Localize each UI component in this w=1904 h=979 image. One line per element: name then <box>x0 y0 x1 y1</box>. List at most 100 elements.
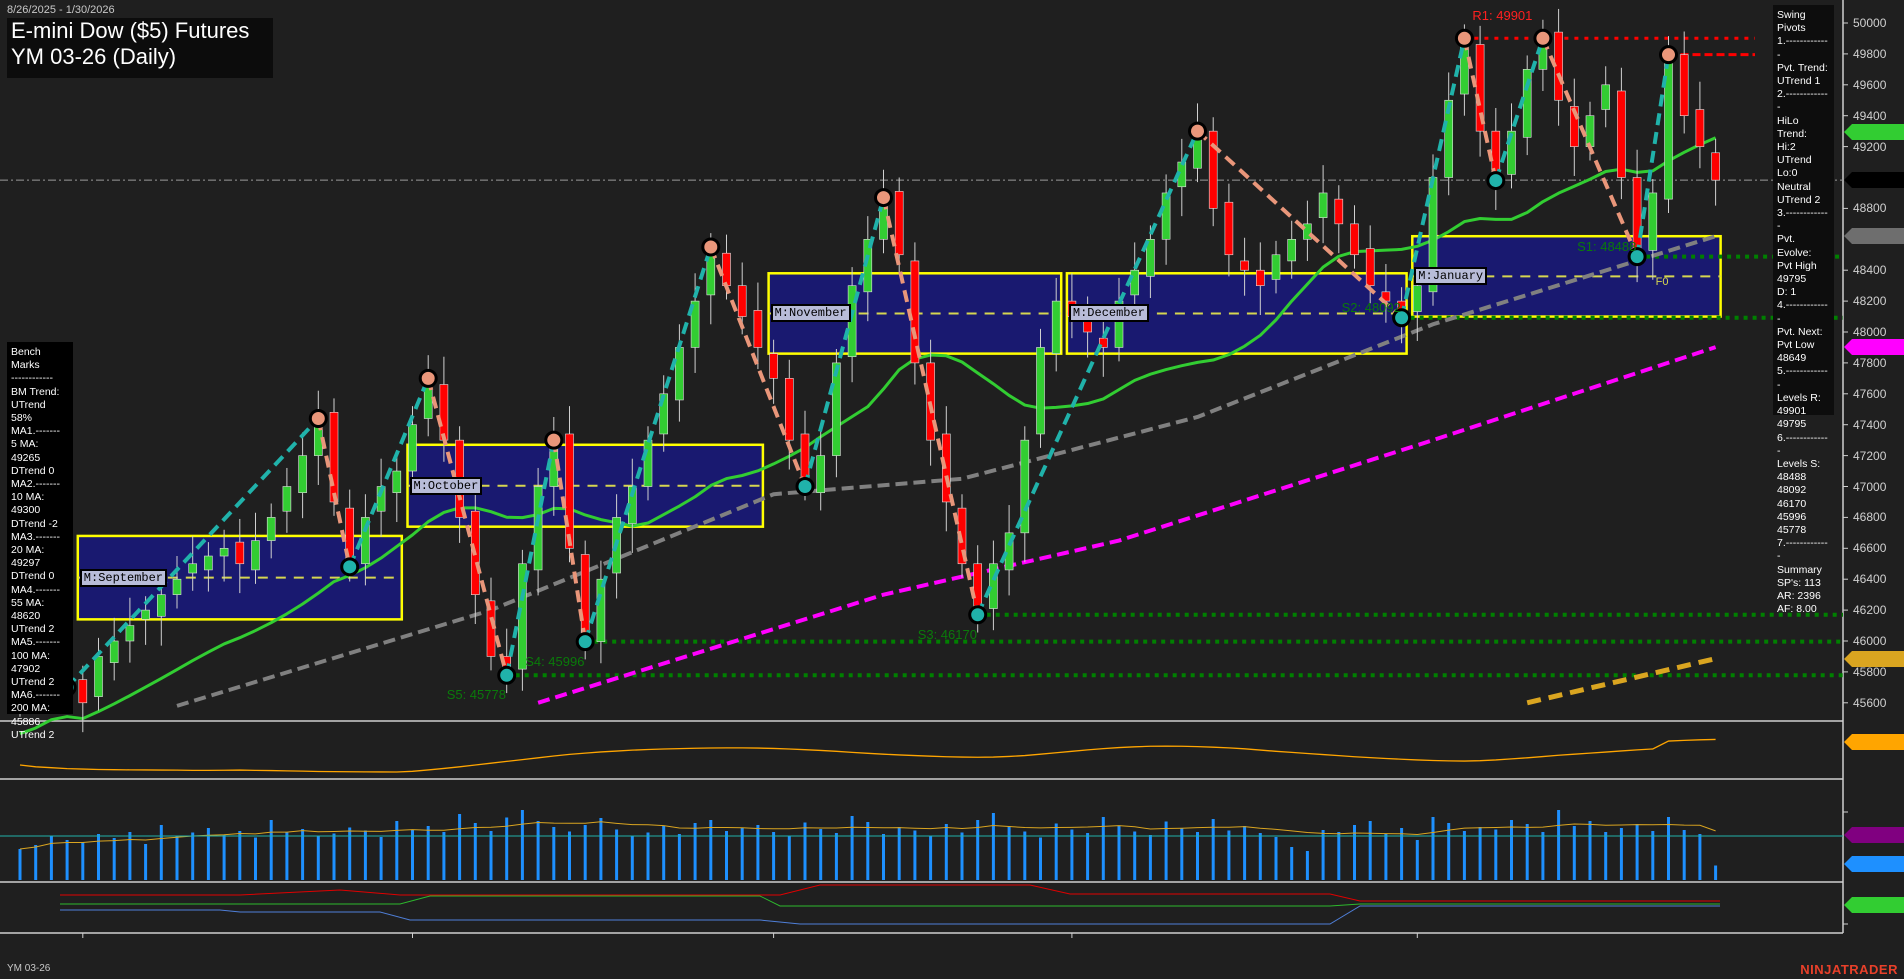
volume-bar <box>411 830 414 880</box>
price-tag <box>1844 123 1904 140</box>
candle-down <box>1256 269 1265 286</box>
level-label: S4: 45996 <box>525 653 585 669</box>
candle-down <box>1240 260 1249 271</box>
bench-marks-line: DTrend 0 <box>11 464 55 477</box>
bench-marks-line: 200 MA: <box>11 702 51 715</box>
swing-pivots-line: 49795 <box>1777 273 1807 286</box>
volume-bar <box>489 831 493 880</box>
swing-pivots-line: D: 1 <box>1777 286 1797 299</box>
volume-bar <box>1682 830 1686 880</box>
volume-bar <box>960 832 964 880</box>
candle-up <box>1413 285 1422 312</box>
candle-up <box>1318 192 1328 218</box>
swing-pivots-line: 6.------------- <box>1777 431 1828 457</box>
swing-pivots-line: Lo:0 Neutral <box>1777 167 1811 193</box>
pivot-high-marker <box>1533 28 1553 48</box>
volume-bar <box>1164 821 1168 880</box>
candle-up <box>251 540 260 571</box>
volume-bar <box>49 836 53 880</box>
volume-bar <box>1557 810 1561 880</box>
swing-pivots-line: Pvt. Next: <box>1777 325 1823 338</box>
bench-marks-line: Bench Marks <box>11 346 41 372</box>
price-tick-label: 48800 <box>1853 201 1887 216</box>
candle-up <box>408 424 417 472</box>
price-tick-label: 46200 <box>1853 603 1887 618</box>
bench-marks-line: 48620 <box>11 610 41 623</box>
volume-bar <box>222 835 226 880</box>
volume-bar <box>1337 832 1341 880</box>
candle-down <box>737 285 747 317</box>
swing-pivots-line: Summary <box>1777 563 1822 576</box>
level-label: S5: 45778 <box>446 687 506 703</box>
bench-marks-line: 100 MA: <box>11 649 51 662</box>
volume-bar <box>834 833 838 880</box>
month-label: M:September <box>79 568 168 587</box>
swing-pivots-line: 7.------------- <box>1777 537 1828 563</box>
pivot-low-marker <box>1486 171 1506 191</box>
cot-value-tag <box>1844 897 1904 913</box>
candle-up <box>1585 115 1595 147</box>
volume-bar <box>1070 829 1074 880</box>
bench-marks-line: MA3.------- <box>11 530 60 543</box>
swing-pivots-line: Levels R: <box>1777 391 1821 404</box>
candle-down <box>753 310 763 348</box>
volume-bar <box>254 837 257 880</box>
month-label: M:October <box>409 476 483 495</box>
price-tick-label: 50000 <box>1853 16 1887 30</box>
swing-pivots-line: Pvt. Trend: <box>1777 61 1828 74</box>
candle-up <box>816 455 826 493</box>
swing-pivots-line: 49901 <box>1777 405 1807 418</box>
price-tick-label: 49600 <box>1853 77 1887 92</box>
volume-bar <box>693 823 697 880</box>
volume-bar <box>316 836 320 880</box>
volume-bar <box>505 817 509 880</box>
oscillator-value-tag <box>1844 734 1904 750</box>
pivot-low-marker <box>340 557 360 577</box>
bench-marks-line: DTrend 0 <box>11 570 55 583</box>
ma200-line <box>1526 656 1717 706</box>
volume-bar <box>285 832 289 880</box>
candle-up <box>94 656 103 697</box>
price-tick-label: 46400 <box>1853 572 1887 587</box>
volume-bar <box>803 822 807 880</box>
box-f0-label: F0 <box>1655 276 1669 289</box>
month-label: M:January <box>1414 267 1488 286</box>
volume-bar <box>552 827 556 880</box>
candle-up <box>392 470 402 493</box>
candle-up <box>1303 223 1312 240</box>
price-tag <box>1844 228 1904 245</box>
swing-pivots-line: Hi:2 UTrend <box>1777 141 1812 167</box>
symbol-label: YM 03-26 <box>7 963 51 974</box>
candle-up <box>125 625 135 642</box>
price-tag <box>1844 172 1904 189</box>
volume-bar <box>1321 830 1325 880</box>
volume-value-tag <box>1844 856 1904 872</box>
bench-marks-line: UTrend 2 <box>11 623 55 636</box>
month-label: M:December <box>1068 304 1149 323</box>
volume-bar <box>1290 847 1294 880</box>
volume-bar <box>1196 832 1199 880</box>
volume-bar <box>426 826 430 880</box>
candle-down <box>565 433 574 549</box>
swing-pivots-line: Levels S: <box>1777 457 1821 470</box>
volume-bar <box>379 837 383 880</box>
candle-down <box>1334 198 1344 225</box>
volume-bar <box>1494 829 1498 880</box>
volume-bar <box>1541 832 1545 880</box>
price-tick-label: 49400 <box>1853 108 1887 123</box>
volume-bar <box>159 825 163 880</box>
bench-marks-line: 47902 <box>11 662 41 675</box>
candle-up <box>157 594 166 617</box>
swing-pivots-line: Swing Pivots <box>1777 9 1806 35</box>
volume-bar <box>269 820 273 880</box>
candle-up <box>1130 269 1139 296</box>
chart-canvas[interactable] <box>0 0 1904 979</box>
price-tick-label: 47800 <box>1853 355 1887 370</box>
volume-bar <box>112 838 116 880</box>
bench-marks-line: MA6.------- <box>11 689 60 702</box>
volume-bar <box>442 832 446 880</box>
pivot-high-marker <box>1454 28 1474 48</box>
price-tick-label: 47200 <box>1853 448 1887 463</box>
swing-pivots-line: 46170 <box>1777 497 1807 510</box>
swing-pivots-line: UTrend 2 <box>1777 193 1821 206</box>
